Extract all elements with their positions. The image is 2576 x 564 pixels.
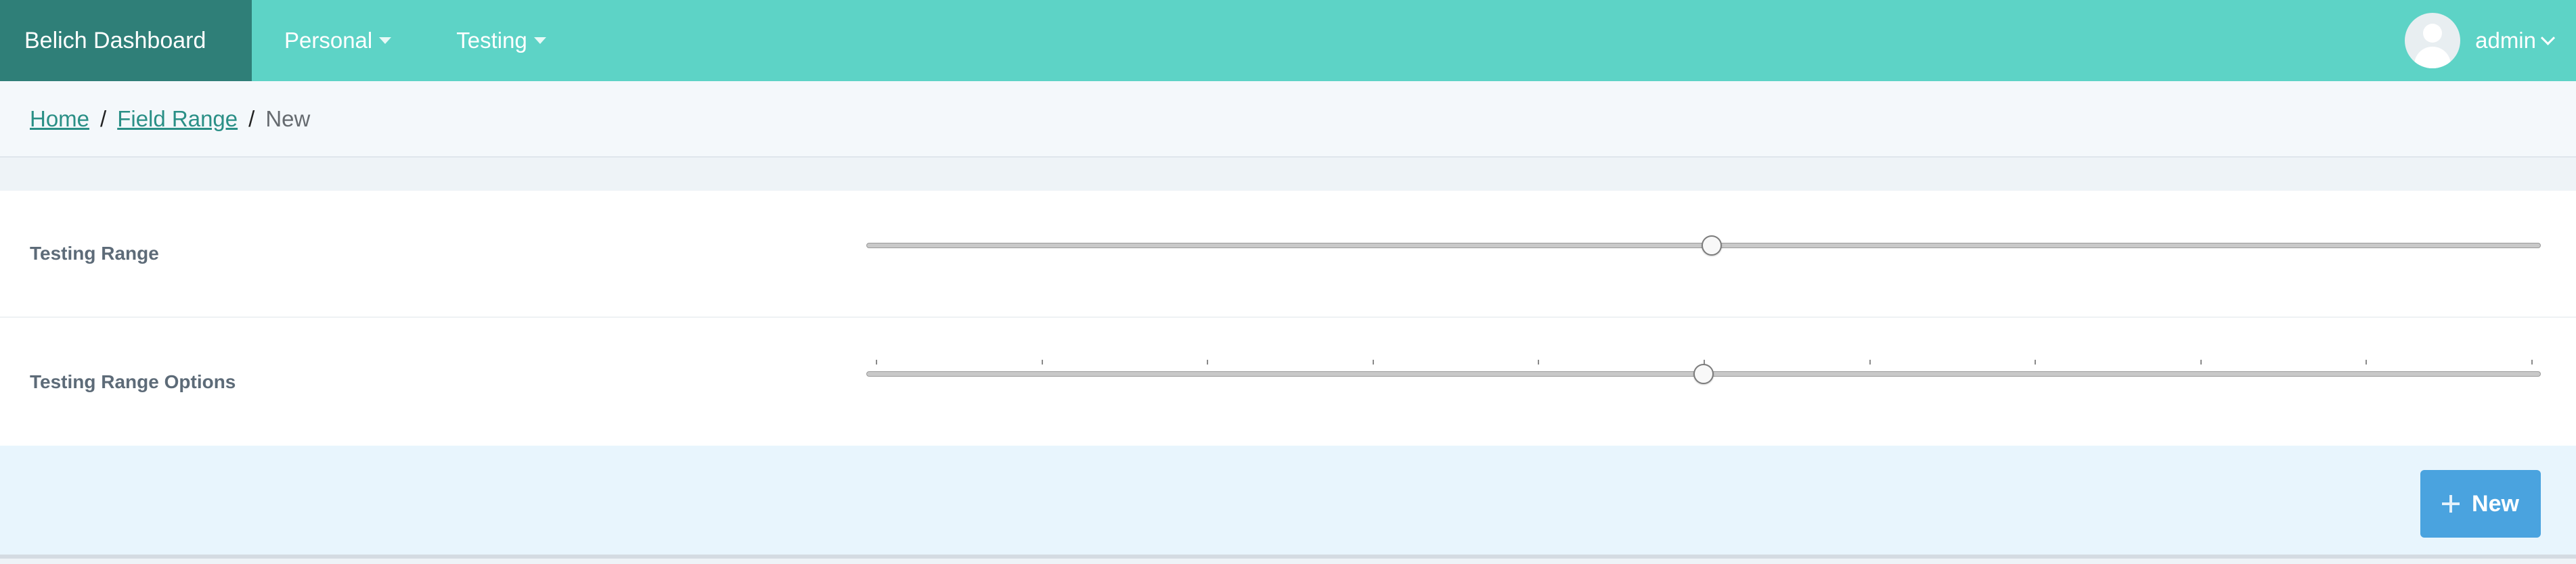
top-navbar: Belich Dashboard Personal Testing admin xyxy=(0,0,2576,81)
nav-menu-testing-label: Testing xyxy=(456,28,527,53)
range-tick-mark xyxy=(2035,360,2037,365)
avatar xyxy=(2405,13,2461,68)
caret-down-icon xyxy=(379,37,392,44)
nav-menu-personal[interactable]: Personal xyxy=(284,0,392,81)
range-tick-mark xyxy=(1538,360,1540,365)
range-tick-mark xyxy=(1041,360,1043,365)
breadcrumb-separator: / xyxy=(100,105,107,131)
user-menu[interactable]: admin xyxy=(2405,0,2556,81)
breadcrumb-current: New xyxy=(265,105,311,131)
new-button[interactable]: New xyxy=(2420,470,2541,538)
range-tick-mark xyxy=(2366,360,2368,365)
range-tick-mark xyxy=(2531,360,2533,365)
form-card: Testing Range Testing Range Options xyxy=(0,191,2576,446)
form-row-testing-range-options xyxy=(0,318,2576,446)
avatar-head-shape xyxy=(2423,24,2443,43)
brand-title: Belich Dashboard xyxy=(24,27,206,53)
chevron-down-icon xyxy=(2540,30,2556,45)
range-tick-mark xyxy=(1207,360,1209,365)
field-label-testing-range: Testing Range xyxy=(30,243,159,264)
range-slider-handle[interactable] xyxy=(1693,364,1714,384)
breadcrumb-separator: / xyxy=(248,105,255,131)
form-row-testing-range xyxy=(0,191,2576,318)
caret-down-icon xyxy=(533,37,546,44)
range-tick-mark xyxy=(876,360,877,365)
brand-link[interactable]: Belich Dashboard xyxy=(0,0,252,81)
range-tick-mark xyxy=(2200,360,2202,365)
new-button-label: New xyxy=(2472,490,2519,517)
range-tick-mark xyxy=(1869,360,1871,365)
range-tick-mark xyxy=(1372,360,1374,365)
nav-menu-testing[interactable]: Testing xyxy=(456,0,546,81)
breadcrumb-section-link[interactable]: Field Range xyxy=(117,106,238,132)
breadcrumb: Home / Field Range / New xyxy=(0,81,2576,158)
user-name: admin xyxy=(2475,28,2536,53)
avatar-body-shape xyxy=(2414,47,2451,68)
form-footer: New xyxy=(0,446,2576,559)
nav-menu-personal-label: Personal xyxy=(284,28,373,53)
plus-icon xyxy=(2442,495,2460,513)
field-label-testing-range-options: Testing Range Options xyxy=(30,371,236,392)
breadcrumb-home-link[interactable]: Home xyxy=(30,106,89,132)
